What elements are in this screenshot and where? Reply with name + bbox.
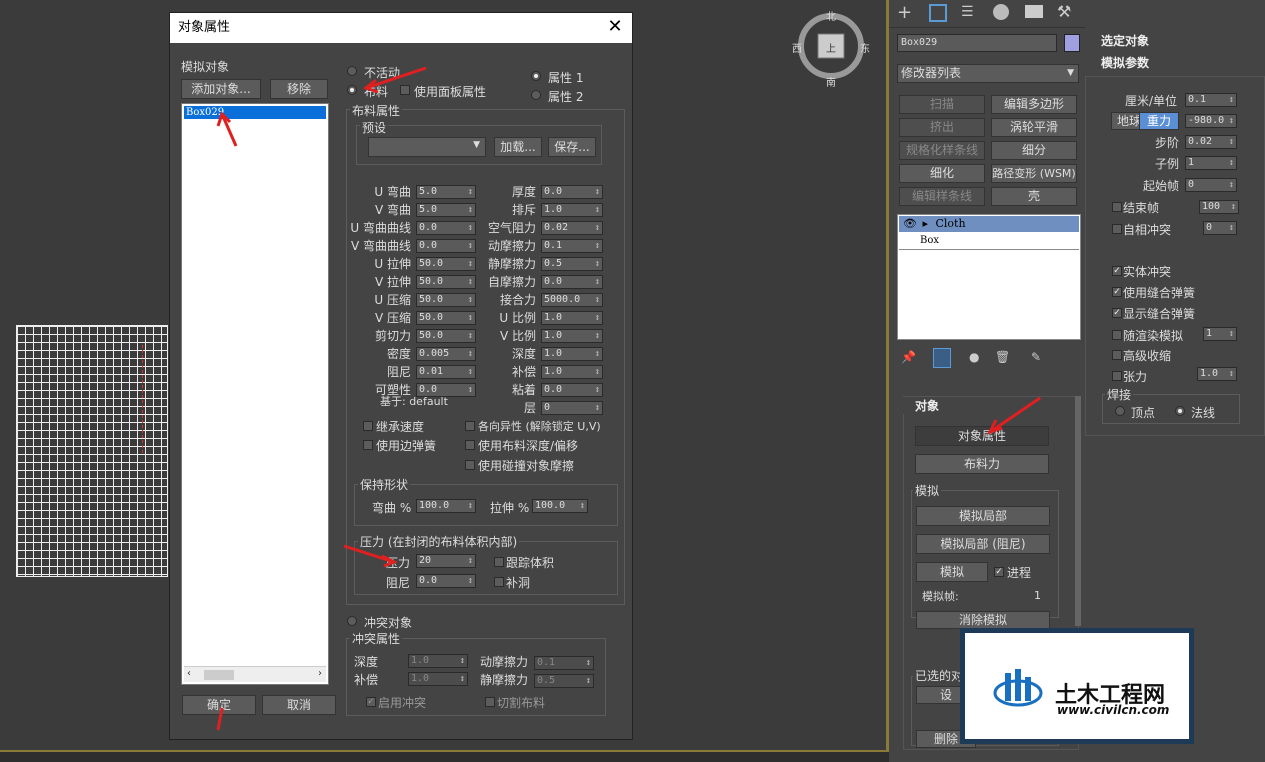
red-arrow	[216, 707, 224, 731]
civilcn-logo-icon	[993, 669, 1043, 707]
red-arrow	[216, 111, 238, 147]
watermark-url: www.civilcn.com	[1057, 703, 1170, 717]
red-arrow	[343, 544, 398, 568]
watermark: 土木工程网 www.civilcn.com	[960, 628, 1194, 744]
red-arrow	[987, 396, 1041, 435]
watermark-panel: 土木工程网 www.civilcn.com	[965, 633, 1189, 739]
red-arrow	[362, 66, 427, 94]
